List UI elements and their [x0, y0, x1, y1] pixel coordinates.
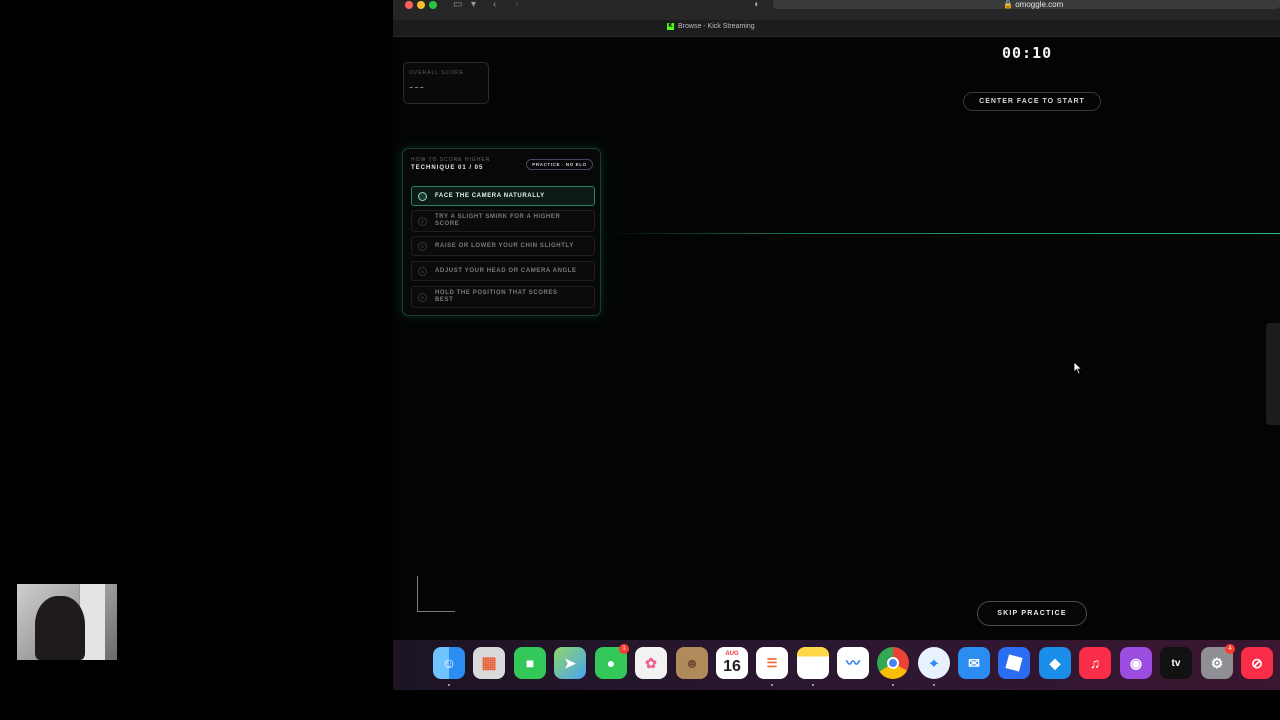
skip-practice-button[interactable]: SKIP PRACTICE: [977, 601, 1087, 626]
scan-line: [603, 233, 1280, 234]
appletv-icon[interactable]: tv: [1160, 647, 1192, 679]
settings-badge: 4: [1225, 644, 1235, 654]
roblox-icon[interactable]: [998, 647, 1030, 679]
calendar-month: AUG: [725, 650, 739, 657]
chrome-icon[interactable]: [877, 647, 909, 679]
close-window-button[interactable]: [405, 1, 413, 9]
music-icon[interactable]: ♫: [1079, 647, 1111, 679]
finder-icon[interactable]: ☺: [433, 647, 465, 679]
mail-icon[interactable]: ✉: [958, 647, 990, 679]
calendar-icon[interactable]: AUG 16: [716, 647, 748, 679]
step-label: FACE THE CAMERA NATURALLY: [435, 192, 545, 199]
side-panel-edge[interactable]: [1266, 323, 1280, 425]
contacts-icon[interactable]: ☻: [676, 647, 708, 679]
step-number: 5: [418, 292, 427, 302]
browser-toolbar: ▭ ▾ ‹ › ◖ 🔒 omoggle.com: [393, 0, 1280, 20]
tab-title: Browse - Kick Streaming: [678, 23, 755, 30]
maps-icon[interactable]: ➤: [554, 647, 586, 679]
running-indicator: [771, 684, 773, 686]
tab-bar: [393, 20, 1280, 37]
screen: ▭ ▾ ‹ › ◖ 🔒 omoggle.com K Browse - Kick …: [0, 0, 1280, 720]
running-indicator: [448, 684, 450, 686]
step-label: HOLD THE POSITION THAT SCORES BEST: [435, 290, 558, 303]
technique-step-3[interactable]: 3 RAISE OR LOWER YOUR CHIN SLIGHTLY: [411, 236, 595, 256]
freeform-icon[interactable]: 〰: [837, 647, 869, 679]
panel-title: TECHNIQUE 01 / 05: [411, 165, 484, 171]
appletv-label: tv: [1171, 657, 1181, 669]
roblox-studio-icon[interactable]: ◆: [1039, 647, 1071, 679]
calendar-day: 16: [723, 657, 741, 675]
step-label: ADJUST YOUR HEAD OR CAMERA ANGLE: [435, 267, 577, 274]
panel-subtitle: HOW TO SCORE HIGHER: [411, 157, 491, 163]
step-label: RAISE OR LOWER YOUR CHIN SLIGHTLY: [435, 242, 574, 249]
countdown-timer: 00:10: [1002, 44, 1053, 62]
technique-step-4[interactable]: 4 ADJUST YOUR HEAD OR CAMERA ANGLE: [411, 261, 595, 281]
score-value: ---: [409, 79, 425, 94]
mouse-cursor-icon: [1073, 361, 1083, 375]
technique-step-5[interactable]: 5 HOLD THE POSITION THAT SCORES BEST: [411, 286, 595, 308]
url-text[interactable]: 🔒 omoggle.com: [1003, 0, 1063, 9]
step-indicator-icon: [418, 191, 427, 201]
facetime-icon[interactable]: ■: [514, 647, 546, 679]
practice-badge: PRACTICE · NO ELO: [526, 159, 593, 170]
news-icon[interactable]: ⊘: [1241, 647, 1273, 679]
running-indicator: [933, 684, 935, 686]
webcam-person: [35, 596, 85, 660]
back-icon[interactable]: ‹: [493, 0, 496, 10]
reminders-icon[interactable]: ☰: [756, 647, 788, 679]
step-number: 4: [418, 266, 427, 276]
center-face-prompt: CENTER FACE TO START: [963, 92, 1101, 111]
dock: ☺ ▦ ■ ➤ ● 1 ✿ ☻ AUG 16 ☰ 〰 ⌖ ✉ ◆ ♫ ◉ tv …: [393, 640, 1280, 690]
shield-icon[interactable]: ◖: [753, 0, 759, 10]
step-number: 3: [418, 241, 427, 251]
lock-icon: 🔒: [1003, 0, 1013, 9]
technique-step-2[interactable]: 2 TRY A SLIGHT SMIRK FOR A HIGHER SCORE: [411, 210, 595, 232]
url-value: omoggle.com: [1015, 0, 1064, 9]
running-indicator: [892, 684, 894, 686]
webcam-overlay: [17, 584, 117, 660]
safari-icon[interactable]: ⌖: [918, 647, 950, 679]
zoom-window-button[interactable]: [429, 1, 437, 9]
kick-logo-icon: K: [667, 23, 674, 30]
step-label: TRY A SLIGHT SMIRK FOR A HIGHER SCORE: [435, 214, 561, 227]
forward-icon[interactable]: ›: [515, 0, 518, 10]
technique-panel: HOW TO SCORE HIGHER TECHNIQUE 01 / 05 PR…: [402, 148, 601, 316]
score-label: OVERALL SCORE: [409, 70, 465, 76]
podcasts-icon[interactable]: ◉: [1120, 647, 1152, 679]
technique-step-1[interactable]: FACE THE CAMERA NATURALLY: [411, 186, 595, 206]
messages-badge: 1: [619, 644, 629, 654]
chevron-down-icon[interactable]: ▾: [471, 0, 476, 10]
tab-active[interactable]: K Browse - Kick Streaming: [667, 23, 755, 30]
minimize-window-button[interactable]: [417, 1, 425, 9]
browser-window: ▭ ▾ ‹ › ◖ 🔒 omoggle.com K Browse - Kick …: [393, 0, 1280, 640]
sidebar-icon[interactable]: ▭: [453, 0, 462, 10]
launchpad-icon[interactable]: ▦: [473, 647, 505, 679]
overall-score-card: OVERALL SCORE ---: [403, 62, 489, 104]
step-number: 2: [418, 216, 427, 226]
camera-frame-corner: [417, 576, 455, 612]
photos-icon[interactable]: ✿: [635, 647, 667, 679]
running-indicator: [812, 684, 814, 686]
notes-icon[interactable]: [797, 647, 829, 679]
